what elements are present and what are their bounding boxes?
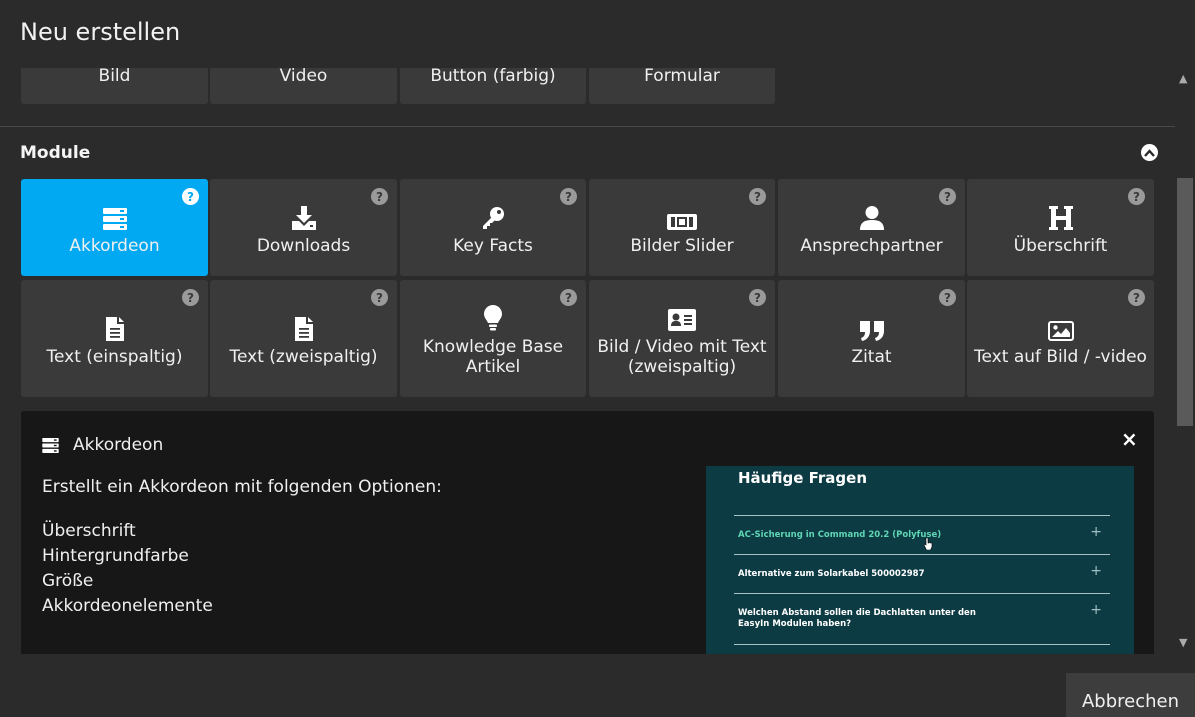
help-icon[interactable]: ? <box>560 188 577 205</box>
scroll-up-arrow-icon[interactable]: ▲ <box>1179 72 1187 85</box>
info-description: Erstellt ein Akkordeon mit folgenden Opt… <box>42 477 442 497</box>
accordion-icon <box>102 207 127 230</box>
info-option: Überschrift <box>42 521 136 541</box>
help-icon[interactable]: ? <box>1128 188 1145 205</box>
plus-icon: + <box>1090 602 1102 618</box>
info-options-list: Überschrift Hintergrundfarbe Größe Akkor… <box>42 519 213 619</box>
module-tile-label: Text auf Bild / -video <box>974 346 1147 367</box>
modules-section-title: Module <box>20 143 91 163</box>
info-option: Hintergrundfarbe <box>42 546 189 566</box>
element-tile-bild[interactable]: Bild <box>21 68 208 104</box>
preview-heading: Häufige Fragen <box>738 469 868 487</box>
info-option: Akkordeonelemente <box>42 596 213 616</box>
dialog-title: Neu erstellen <box>20 18 181 46</box>
module-tile-label: Ansprechpartner <box>800 235 943 256</box>
vertical-scrollbar[interactable]: ▲ ▼ <box>1175 68 1195 654</box>
cancel-button[interactable]: Abbrechen <box>1066 673 1195 717</box>
element-tile-formular[interactable]: Formular <box>589 68 775 104</box>
module-tile-downloads[interactable]: ? Downloads <box>210 179 397 276</box>
help-icon[interactable]: ? <box>182 289 199 306</box>
module-tile-label: Zitat <box>851 346 892 367</box>
module-tile-knowledge-base[interactable]: ? Knowledge Base Artikel <box>400 280 586 397</box>
module-info-panel: Akkordeon × Erstellt ein Akkordeon mit f… <box>21 411 1154 654</box>
help-icon[interactable]: ? <box>182 188 199 205</box>
preview-faq-item: AC-Sicherung in Command 20.2 (Polyfuse) … <box>734 515 1110 555</box>
info-panel-header: Akkordeon <box>42 435 163 455</box>
close-info-button[interactable]: × <box>1121 427 1138 451</box>
module-tile-bilder-slider[interactable]: ? Bilder Slider <box>589 179 775 276</box>
help-icon[interactable]: ? <box>939 289 956 306</box>
module-tile-label: Text (zweispaltig) <box>229 346 378 367</box>
chevron-up-icon <box>1144 148 1155 157</box>
image-icon <box>1047 320 1074 341</box>
element-tile-video[interactable]: Video <box>210 68 397 104</box>
user-icon <box>859 205 884 230</box>
module-tile-label: Überschrift <box>1013 235 1108 256</box>
plus-icon: + <box>1090 563 1102 579</box>
scroll-down-arrow-icon[interactable]: ▼ <box>1179 636 1187 649</box>
key-icon <box>483 206 504 229</box>
module-tile-ansprechpartner[interactable]: ? Ansprechpartner <box>778 179 965 276</box>
module-tile-label: Key Facts <box>453 235 533 256</box>
preview-faq-question: Welchen Abstand sollen die Dachlatten un… <box>738 608 976 629</box>
hand-cursor-icon <box>924 538 933 550</box>
module-tile-akkordeon[interactable]: ? Akkordeon <box>21 179 208 276</box>
document-icon <box>294 316 313 341</box>
help-icon[interactable]: ? <box>749 188 766 205</box>
document-icon <box>105 316 124 341</box>
lightbulb-icon <box>484 304 502 330</box>
element-tile-label: Formular <box>644 68 720 86</box>
module-tile-label: Bild / Video mit Text (zweispaltig) <box>597 336 767 377</box>
id-card-icon <box>668 308 696 331</box>
element-tile-button[interactable]: Button (farbig) <box>400 68 586 104</box>
preview-faq-item: Alternative zum Solarkabel 500002987 + <box>734 554 1110 594</box>
section-divider <box>0 126 1175 127</box>
module-tile-label: Knowledge Base Artikel <box>422 336 564 377</box>
preview-faq-question: AC-Sicherung in Command 20.2 (Polyfuse) <box>738 530 942 540</box>
module-tile-text-zweispaltig[interactable]: ? Text (zweispaltig) <box>210 280 397 397</box>
help-icon[interactable]: ? <box>939 188 956 205</box>
element-tile-label: Bild <box>98 68 131 86</box>
preview-faq-item: Welchen Abstand sollen die Dachlatten un… <box>734 593 1110 645</box>
download-icon <box>291 205 316 230</box>
collapse-section-button[interactable] <box>1141 144 1158 161</box>
heading-icon <box>1048 205 1073 230</box>
quote-icon <box>859 320 884 341</box>
help-icon[interactable]: ? <box>749 289 766 306</box>
info-panel-title: Akkordeon <box>73 435 164 455</box>
module-tile-zitat[interactable]: ? Zitat <box>778 280 965 397</box>
help-icon[interactable]: ? <box>560 289 577 306</box>
module-preview-image: Häufige Fragen AC-Sicherung in Command 2… <box>706 466 1134 654</box>
module-tile-text-einspaltig[interactable]: ? Text (einspaltig) <box>21 280 208 397</box>
module-tile-key-facts[interactable]: ? Key Facts <box>400 179 586 276</box>
accordion-icon <box>42 437 59 453</box>
help-icon[interactable]: ? <box>1128 289 1145 306</box>
module-tile-ueberschrift[interactable]: ? Überschrift <box>967 179 1154 276</box>
module-tile-label: Text (einspaltig) <box>46 346 183 367</box>
module-tile-label: Downloads <box>256 235 351 256</box>
slider-icon <box>667 213 697 230</box>
module-tile-label: Akkordeon <box>69 235 160 256</box>
help-icon[interactable]: ? <box>371 289 388 306</box>
preview-faq-question: Alternative zum Solarkabel 500002987 <box>738 569 925 579</box>
module-tile-bild-video-text[interactable]: ? Bild / Video mit Text (zweispaltig) <box>589 280 775 397</box>
element-tile-label: Button (farbig) <box>430 68 556 86</box>
help-icon[interactable]: ? <box>371 188 388 205</box>
module-tile-text-auf-bild[interactable]: ? Text auf Bild / -video <box>967 280 1154 397</box>
element-tile-label: Video <box>279 68 328 86</box>
plus-icon: + <box>1090 524 1102 540</box>
module-tile-label: Bilder Slider <box>630 235 734 256</box>
scrollbar-thumb[interactable] <box>1177 178 1193 426</box>
scroll-area[interactable]: Bild Video Button (farbig) Formular Modu… <box>0 68 1175 654</box>
info-option: Größe <box>42 571 94 591</box>
